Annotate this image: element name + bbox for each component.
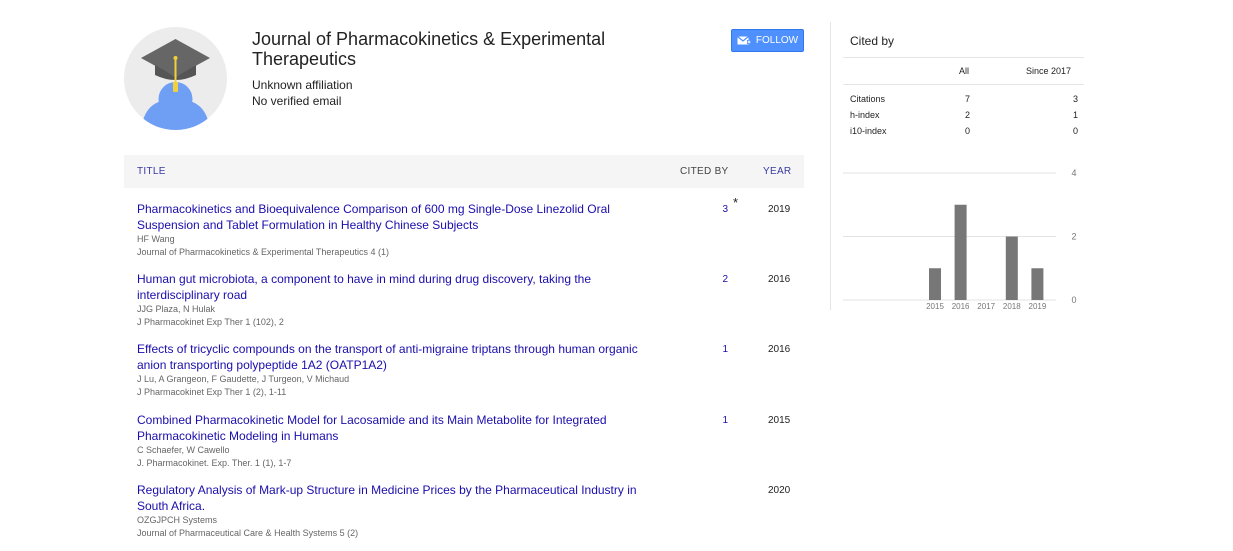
article-authors: C Schaefer, W Cawello <box>137 445 230 455</box>
article-venue: J. Pharmacokinet. Exp. Ther. 1 (1), 1-7 <box>137 458 292 468</box>
article-title-link[interactable]: Human gut microbiota, a component to hav… <box>137 271 662 303</box>
profile-name: Journal of Pharmacokinetics & Experiment… <box>252 29 606 69</box>
article-cited-by-link[interactable]: 1 <box>722 415 728 426</box>
metric-h-index-since: 1 <box>1072 110 1078 120</box>
sort-by-year[interactable]: YEAR <box>763 166 791 177</box>
cited-by-heading: Cited by <box>850 34 895 48</box>
article-venue: Journal of Pharmacokinetics & Experiment… <box>137 247 389 257</box>
chart-x-tick-label: 2019 <box>1029 302 1047 311</box>
cited-by-col-since: Since 2017 <box>1026 66 1072 76</box>
cited-by-col-all: All <box>959 66 970 76</box>
citations-per-year-chart: 4 2 0 2015 2016 2017 2018 2019 <box>843 168 1077 311</box>
article-authors: J Lu, A Grangeon, F Gaudette, J Turgeon,… <box>137 374 350 384</box>
article-cited-by-link[interactable]: 2 <box>722 274 728 285</box>
article-title-link[interactable]: Pharmacokinetics and Bioequivalence Comp… <box>137 201 662 233</box>
follow-button-label: FOLLOW <box>755 35 799 46</box>
graduation-cap-avatar-icon <box>141 39 210 130</box>
article-row: Human gut microbiota, a component to hav… <box>124 271 804 337</box>
chart-x-tick-label: 2015 <box>926 302 944 311</box>
chart-x-tick-label: 2016 <box>952 302 970 311</box>
article-cited-by-link[interactable]: 1 <box>722 344 728 355</box>
chart-y-tick-label: 2 <box>1071 232 1076 242</box>
profile-email: No verified email <box>252 94 342 108</box>
envelope-plus-icon <box>736 36 751 45</box>
article-title-link[interactable]: Effects of tricyclic compounds on the tr… <box>137 341 662 373</box>
chart-y-tick-label: 0 <box>1071 295 1076 305</box>
article-row: Pharmacokinetics and Bioequivalence Comp… <box>124 195 804 267</box>
chart-bar-2015[interactable] <box>929 268 941 300</box>
article-venue: Journal of Pharmaceutical Care & Health … <box>137 528 359 538</box>
article-venue: J Pharmacokinet Exp Ther 1 (102), 2 <box>137 317 284 327</box>
metric-i10-index-all: 0 <box>964 126 970 136</box>
follow-button[interactable]: FOLLOW <box>731 29 804 52</box>
article-venue: J Pharmacokinet Exp Ther 1 (2), 1-11 <box>137 387 287 397</box>
article-title-link[interactable]: Combined Pharmacokinetic Model for Lacos… <box>137 412 662 444</box>
metric-label-citations[interactable]: Citations <box>850 94 885 104</box>
chart-x-tick-label: 2018 <box>1003 302 1021 311</box>
metric-h-index-all: 2 <box>964 110 970 120</box>
chart-y-tick-label: 4 <box>1071 168 1076 178</box>
chart-bar-2016[interactable] <box>954 204 967 300</box>
sort-by-cited-by[interactable]: CITED BY <box>680 166 729 177</box>
article-year: 2016 <box>768 274 791 285</box>
cited-by-divider <box>843 57 1084 58</box>
metric-label-i10-index[interactable]: i10-index <box>850 126 887 136</box>
article-cited-by-link[interactable]: 3 <box>722 204 728 215</box>
article-row: Regulatory Analysis of Mark-up Structure… <box>124 482 804 548</box>
metric-label-h-index[interactable]: h-index <box>850 110 880 120</box>
chart-bar-2018[interactable] <box>1005 236 1018 301</box>
merged-citations-star[interactable]: * <box>733 195 738 210</box>
chart-bar-2019[interactable] <box>1031 268 1044 300</box>
articles-table-header: TITLE CITED BY YEAR <box>124 155 804 188</box>
article-authors: HF Wang <box>137 234 175 244</box>
article-authors: JJG Plaza, N Hulak <box>137 304 216 314</box>
article-row: Effects of tricyclic compounds on the tr… <box>124 341 804 407</box>
metric-citations-all: 7 <box>964 94 970 104</box>
cited-by-divider <box>843 84 1084 85</box>
article-title-link[interactable]: Regulatory Analysis of Mark-up Structure… <box>137 482 662 514</box>
profile-affiliation: Unknown affiliation <box>252 78 353 92</box>
article-year: 2016 <box>768 344 791 355</box>
article-row: Combined Pharmacokinetic Model for Lacos… <box>124 412 804 478</box>
metric-citations-since: 3 <box>1072 94 1078 104</box>
sort-by-title[interactable]: TITLE <box>137 166 166 177</box>
chart-x-tick-label: 2017 <box>977 302 995 311</box>
article-year: 2019 <box>768 204 791 215</box>
metric-i10-index-since: 0 <box>1072 126 1078 136</box>
article-authors: OZGJPCH Systems <box>137 515 218 525</box>
sidebar-divider <box>830 22 831 310</box>
profile-avatar <box>124 27 227 130</box>
article-year: 2020 <box>768 485 791 496</box>
article-year: 2015 <box>768 415 791 426</box>
